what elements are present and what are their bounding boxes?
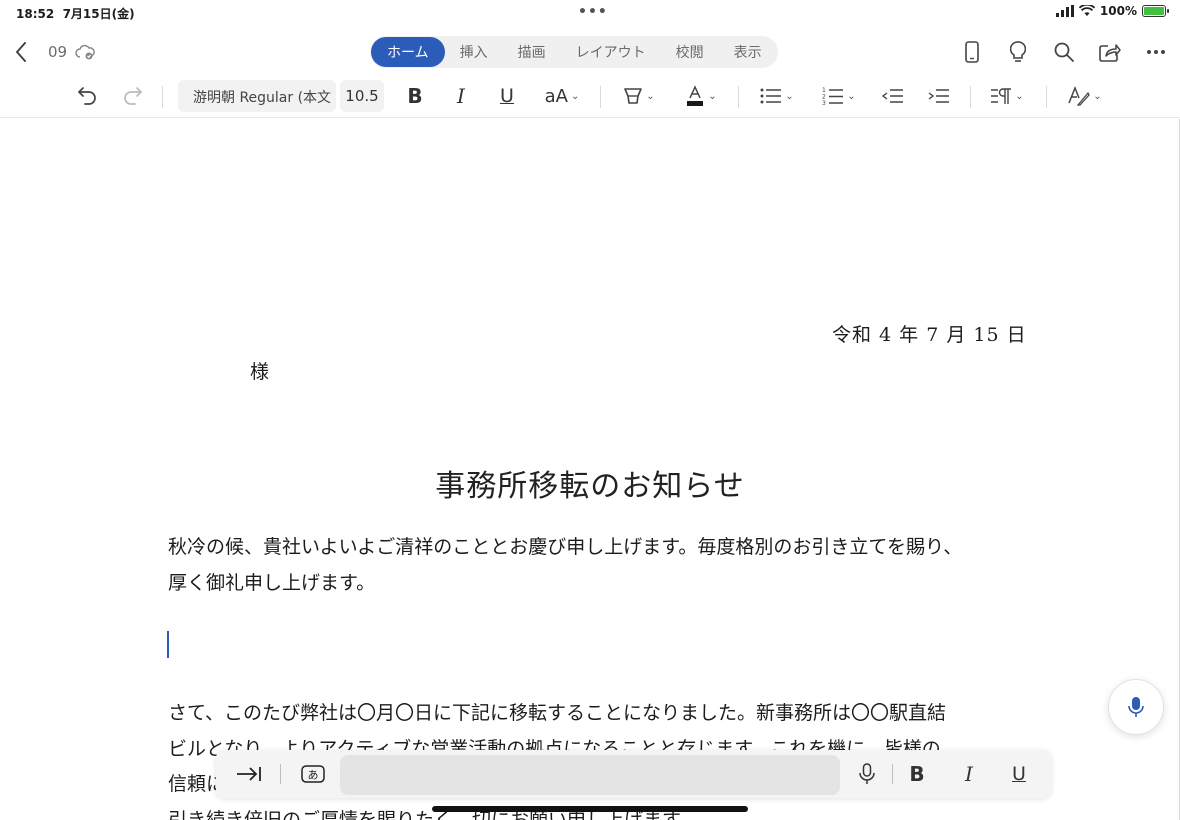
font-name-select[interactable]: 游明朝 Regular (本文 <box>178 80 336 112</box>
font-size-options-icon[interactable]: aA ⌄ <box>540 76 584 116</box>
tab-draw[interactable]: 描画 <box>503 37 561 67</box>
tab-view[interactable]: 表示 <box>719 37 777 67</box>
status-date: 7月15日(金) <box>62 7 135 21</box>
kana-input-icon[interactable]: あ <box>298 754 328 794</box>
accessory-underline-icon[interactable]: U <box>1006 754 1032 794</box>
increase-indent-icon[interactable] <box>926 76 952 116</box>
formatting-toolbar: 游明朝 Regular (本文 10.5 B I U aA ⌄ ⌄ ⌄ ⌄ 123… <box>0 76 1180 118</box>
svg-text:3: 3 <box>822 100 826 106</box>
dictation-microphone-icon[interactable] <box>854 754 880 794</box>
highlighter-icon[interactable]: ⌄ <box>618 76 660 116</box>
tab-layout[interactable]: レイアウト <box>561 37 661 67</box>
back-icon[interactable] <box>8 38 34 66</box>
status-indicators: 100% <box>1055 4 1169 18</box>
accessory-bold-icon[interactable]: B <box>904 754 930 794</box>
more-options-icon[interactable] <box>1144 40 1168 64</box>
bold-icon[interactable]: B <box>402 76 428 116</box>
font-color-icon[interactable]: ⌄ <box>680 76 722 116</box>
microphone-icon <box>1128 697 1144 717</box>
mobile-view-icon[interactable] <box>960 40 984 64</box>
multitasking-dots-icon[interactable]: ••• <box>578 4 608 20</box>
accessory-italic-icon[interactable]: I <box>956 754 982 794</box>
cloud-saved-icon[interactable] <box>74 42 96 62</box>
lightbulb-icon[interactable] <box>1006 40 1030 64</box>
keyboard-accessory-bar: あ B I U <box>216 750 1051 798</box>
top-bar: 09 ホーム 挿入 描画 レイアウト 校閲 表示 <box>0 30 1180 74</box>
document-name[interactable]: 09 <box>48 43 67 61</box>
battery-icon <box>1142 5 1169 17</box>
svg-text:あ: あ <box>308 769 319 782</box>
battery-percent: 100% <box>1099 4 1137 18</box>
predictive-text-area[interactable] <box>340 755 840 795</box>
tab-key-icon[interactable] <box>234 754 264 794</box>
document-date: 令和 4 年 7 月 15 日 <box>832 324 1027 346</box>
search-icon[interactable] <box>1052 40 1076 64</box>
document-title: 事務所移転のお知らせ <box>435 469 745 504</box>
underline-icon[interactable]: U <box>494 76 520 116</box>
document-addressee: 様 <box>250 361 270 383</box>
italic-icon[interactable]: I <box>448 76 474 116</box>
numbered-list-icon[interactable]: 1 2 3 ⌄ <box>818 76 860 116</box>
status-bar: 18:52 7月15日(金) ••• 100% <box>0 0 1180 24</box>
paragraph-format-icon[interactable]: ⌄ <box>986 76 1028 116</box>
wifi-icon <box>1078 5 1095 16</box>
styles-icon[interactable]: ⌄ <box>1064 76 1106 116</box>
tab-review[interactable]: 校閲 <box>661 37 719 67</box>
ribbon-tabs: ホーム 挿入 描画 レイアウト 校閲 表示 <box>370 36 778 68</box>
tab-home[interactable]: ホーム <box>371 37 445 67</box>
decrease-indent-icon[interactable] <box>880 76 906 116</box>
bullet-list-icon[interactable]: ⌄ <box>756 76 798 116</box>
tab-insert[interactable]: 挿入 <box>445 37 503 67</box>
document-canvas[interactable]: 令和 4 年 7 月 15 日 様 事務所移転のお知らせ 秋冷の候、貴社いよいよ… <box>0 119 1180 820</box>
font-size-select[interactable]: 10.5 <box>340 80 384 112</box>
share-icon[interactable] <box>1098 40 1122 64</box>
cellular-signal-icon <box>1055 5 1074 17</box>
redo-icon[interactable] <box>120 76 146 116</box>
undo-icon[interactable] <box>74 76 100 116</box>
dictate-button[interactable] <box>1108 679 1164 735</box>
text-cursor <box>167 631 169 658</box>
status-time: 18:52 7月15日(金) <box>16 7 135 21</box>
home-indicator[interactable] <box>432 806 748 812</box>
document-paragraph-1: 秋冷の候、貴社いよいよご清祥のこととお慶び申し上げます。毎度格別のお引き立てを賜… <box>168 536 963 594</box>
